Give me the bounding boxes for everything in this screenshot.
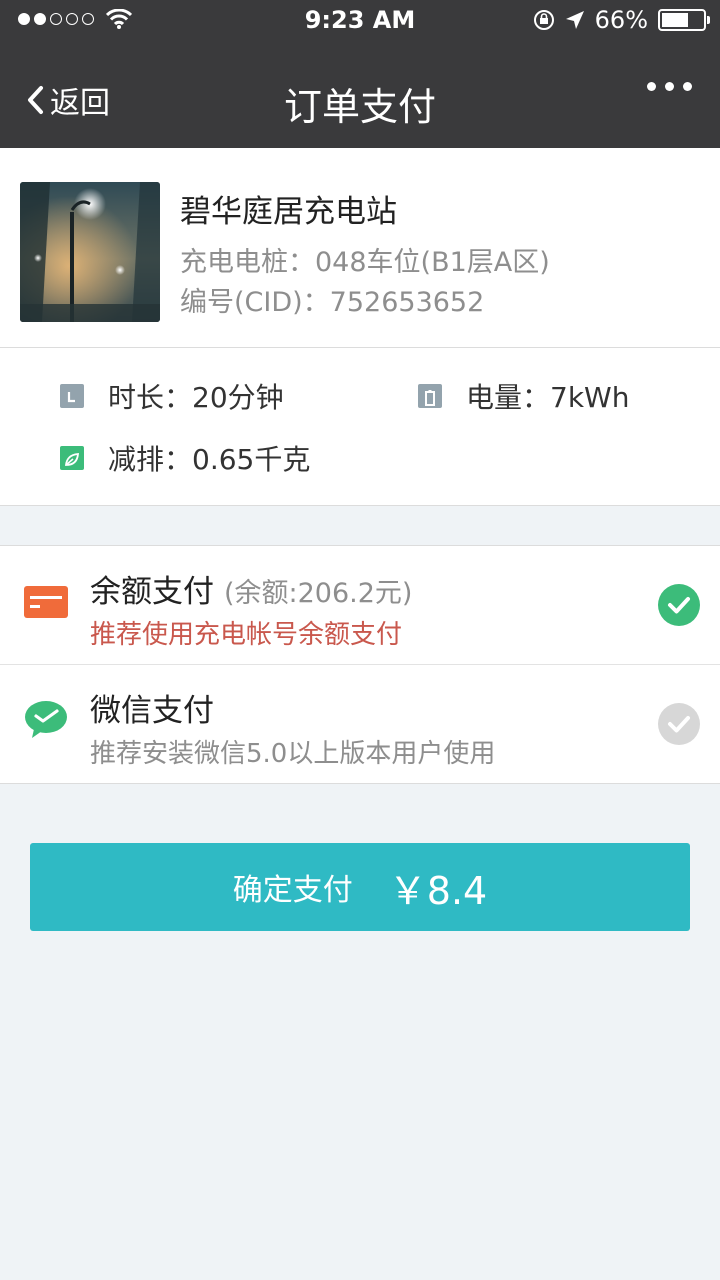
check-icon-unselected[interactable] [658,703,700,745]
energy-stat: 电量：7kWh [418,376,629,416]
energy-text: 电量：7kWh [466,381,630,414]
check-icon-selected[interactable] [658,584,700,626]
payment-option-wechat[interactable]: 微信支付 推荐安装微信5.0以上版本用户使用 [0,665,720,784]
more-menu-button[interactable] [647,82,692,91]
wechat-pay-desc: 推荐安装微信5.0以上版本用户使用 [90,739,496,769]
leaf-icon [60,446,84,470]
confirm-pay-label: 确定支付 [232,873,353,908]
charging-stats: 时长：20分钟 电量：7kWh 减排：0.65千克 [0,348,720,506]
nav-bar: 返回 订单支付 [0,54,720,144]
confirm-pay-amount: ￥8.4 [388,868,488,913]
payment-methods: 余额支付 (余额:206.2元) 推荐使用充电帐号余额支付 微信支付 推荐安装微信… [0,545,720,784]
balance-amount: (余额:206.2元) [224,578,413,609]
battery-small-icon [418,384,442,408]
more-dot [665,82,674,91]
payment-option-balance[interactable]: 余额支付 (余额:206.2元) 推荐使用充电帐号余额支付 [0,546,720,665]
station-photo [20,182,160,322]
wechat-pay-icon [25,701,67,738]
balance-card-icon [24,586,68,618]
page-title: 订单支付 [283,85,436,129]
station-cid: 编号(CID)：752653652 [180,287,485,318]
duration-stat: 时长：20分钟 [60,376,284,416]
status-bar: 9:23 AM 66% [0,0,720,42]
battery-percent: 66% [594,6,648,34]
wechat-pay-title: 微信支付 [90,693,214,729]
station-name: 碧华庭居充电站 [180,194,397,230]
duration-text: 时长：20分钟 [108,381,284,414]
confirm-pay-button[interactable]: 确定支付 ￥8.4 [30,843,690,931]
emission-text: 减排：0.65千克 [108,443,311,476]
station-card: 碧华庭居充电站 充电电桩：048车位(B1层A区) 编号(CID)：752653… [0,148,720,348]
location-arrow-icon [565,11,584,29]
balance-pay-desc: 推荐使用充电帐号余额支付 [90,620,403,650]
clock-icon [60,384,84,408]
rotation-lock-icon [533,10,554,30]
battery-icon [658,9,710,31]
top-bar: 9:23 AM 66% 返回 订单支付 [0,0,720,148]
balance-pay-title: 余额支付 [90,574,214,610]
charging-pile-info: 充电电桩：048车位(B1层A区) [180,247,550,278]
emission-stat: 减排：0.65千克 [60,438,310,478]
more-dot [683,82,692,91]
more-dot [647,82,656,91]
